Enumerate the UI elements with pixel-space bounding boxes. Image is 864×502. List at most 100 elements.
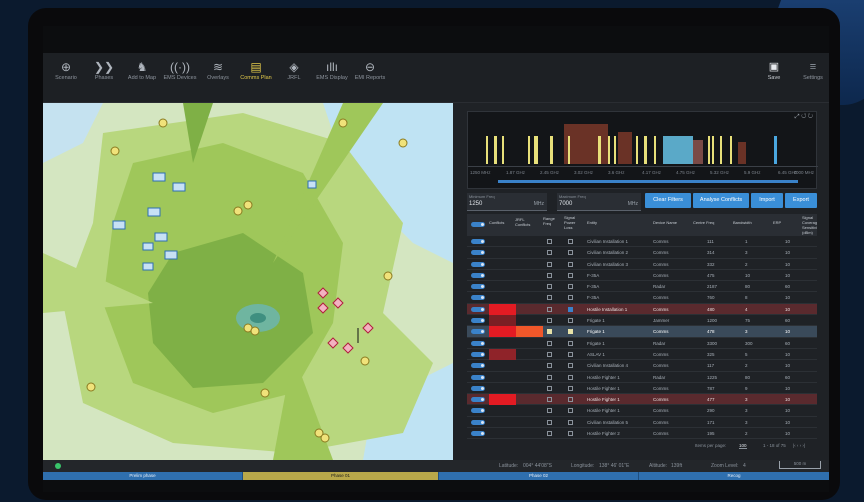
row-toggle[interactable]: [471, 318, 485, 324]
row-toggle[interactable]: [471, 329, 485, 335]
range-freq-checkbox[interactable]: [547, 397, 552, 403]
toolbar-comms-plan-button[interactable]: ▤ Comms Plan: [237, 59, 275, 81]
row-toggle[interactable]: [471, 351, 485, 357]
signal-loss-checkbox[interactable]: [568, 397, 573, 403]
signal-loss-checkbox[interactable]: [568, 351, 573, 357]
row-toggle[interactable]: [471, 295, 485, 301]
signal-loss-checkbox[interactable]: [568, 340, 573, 346]
phase-recog[interactable]: Recog: [639, 472, 829, 480]
row-toggle[interactable]: [471, 340, 485, 346]
row-toggle[interactable]: [471, 385, 485, 391]
toolbar-jrfl-button[interactable]: ◈ JRFL: [275, 59, 313, 81]
col-centre-freq[interactable]: Centre Freq: [693, 220, 714, 225]
range-freq-checkbox[interactable]: [547, 419, 552, 425]
range-freq-checkbox[interactable]: [547, 295, 552, 301]
col-signal-loss[interactable]: Signal Power Loss: [564, 215, 578, 230]
signal-loss-checkbox[interactable]: [568, 250, 573, 256]
table-row[interactable]: ASLAV 1 Comms 325 5 10: [467, 348, 817, 361]
signal-loss-checkbox[interactable]: [568, 306, 573, 312]
range-freq-checkbox[interactable]: [547, 385, 552, 391]
clear-filters-button[interactable]: Clear Filters: [645, 193, 691, 208]
col-bandwidth[interactable]: Bandwidth: [733, 220, 752, 225]
toolbar-emi-reports-button[interactable]: ⊖ EMI Reports: [351, 59, 389, 81]
row-toggle[interactable]: [471, 250, 485, 256]
signal-loss-checkbox[interactable]: [568, 431, 573, 437]
signal-loss-checkbox[interactable]: [568, 374, 573, 380]
range-freq-checkbox[interactable]: [547, 329, 552, 335]
toolbar-ems-display-button[interactable]: ıllı EMS Display: [313, 59, 351, 81]
phase-02[interactable]: Phase 02: [439, 472, 639, 480]
range-freq-checkbox[interactable]: [547, 306, 552, 312]
row-toggle[interactable]: [471, 419, 485, 425]
min-freq-field[interactable]: Minimum Freq 1250 MHz: [467, 193, 547, 211]
signal-loss-checkbox[interactable]: [568, 419, 573, 425]
range-freq-checkbox[interactable]: [547, 284, 552, 290]
col-entity[interactable]: Entity: [587, 220, 597, 225]
range-freq-checkbox[interactable]: [547, 363, 552, 369]
table-row[interactable]: Civilian Installation 4 Comms 117 2 10: [467, 360, 817, 372]
col-range-freq[interactable]: Range Freq: [543, 216, 557, 226]
row-toggle[interactable]: [471, 272, 485, 278]
row-toggle[interactable]: [471, 431, 485, 437]
table-row[interactable]: F-35A Comms 475 10 10: [467, 270, 817, 282]
signal-loss-checkbox[interactable]: [568, 239, 573, 244]
row-toggle[interactable]: [471, 261, 485, 267]
toolbar-add-to-map-button[interactable]: ♞ Add to Map: [123, 59, 161, 81]
col-conflicts[interactable]: Conflicts: [489, 220, 504, 225]
row-toggle[interactable]: [471, 363, 485, 369]
row-toggle[interactable]: [471, 306, 485, 312]
range-freq-checkbox[interactable]: [547, 408, 552, 414]
range-freq-checkbox[interactable]: [547, 318, 552, 324]
table-row[interactable]: Hostile Fighter 2 Comms 195 2 10: [467, 428, 817, 440]
range-freq-checkbox[interactable]: [547, 272, 552, 278]
table-row[interactable]: Frigate 1 Comms 478 3 10: [467, 326, 817, 338]
col-sensitivity[interactable]: Signal Coverage Sensitivity (dBm): [802, 215, 817, 235]
items-per-page-select[interactable]: 100: [739, 443, 747, 449]
max-freq-field[interactable]: Maximum Freq 7000 MHz: [557, 193, 641, 211]
phase-01[interactable]: Phase 01: [243, 472, 439, 480]
toolbar-phases-button[interactable]: ❯❯ Phases: [85, 59, 123, 81]
range-freq-checkbox[interactable]: [547, 431, 552, 437]
pagination-controls[interactable]: |‹ ‹ › ›|: [793, 443, 805, 448]
table-row[interactable]: Hostile Fighter 1 Comms 290 3 10: [467, 405, 817, 417]
table-row[interactable]: Hostile Fighter 1 Radar 1225 80 60: [467, 372, 817, 383]
phase-prelim[interactable]: Prelim phase: [43, 472, 243, 480]
signal-loss-checkbox[interactable]: [568, 329, 573, 335]
import-button[interactable]: Import: [751, 193, 783, 208]
toolbar-ems-devices-button[interactable]: ((·)) EMS Devices: [161, 59, 199, 81]
row-toggle[interactable]: [471, 374, 485, 380]
signal-loss-checkbox[interactable]: [568, 318, 573, 324]
signal-loss-checkbox[interactable]: [568, 284, 573, 290]
table-row[interactable]: Civilian Installation 3 Comms 332 2 10: [467, 259, 817, 270]
settings-button[interactable]: ≡ Settings: [795, 59, 829, 81]
range-freq-checkbox[interactable]: [547, 239, 552, 244]
row-toggle[interactable]: [471, 284, 485, 290]
table-row[interactable]: Hostile Installation 1 Comms 480 4 10: [467, 303, 817, 316]
signal-loss-checkbox[interactable]: [568, 261, 573, 267]
table-row[interactable]: Hostile Fighter 1 Comms 787 9 10: [467, 383, 817, 395]
table-row[interactable]: F-35A Comms 760 8 10: [467, 292, 817, 304]
signal-loss-checkbox[interactable]: [568, 272, 573, 278]
header-toggle[interactable]: [471, 222, 485, 227]
zoom-reset-icon[interactable]: ⤢ ↺ ↻: [795, 114, 813, 121]
toolbar-overlays-button[interactable]: ≋ Overlays: [199, 59, 237, 81]
row-toggle[interactable]: [471, 397, 485, 403]
range-freq-checkbox[interactable]: [547, 374, 552, 380]
col-jrfl[interactable]: JRFL Conflicts: [515, 217, 537, 227]
toolbar-scenario-button[interactable]: ⊕ Scenario: [47, 59, 85, 81]
export-button[interactable]: Export: [785, 193, 817, 208]
row-toggle[interactable]: [471, 239, 485, 244]
range-freq-checkbox[interactable]: [547, 261, 552, 267]
table-row[interactable]: Frigate 1 Jammer 1200 75 60: [467, 315, 817, 327]
analyse-conflicts-button[interactable]: Analyse Conflicts: [693, 193, 749, 208]
signal-loss-checkbox[interactable]: [568, 385, 573, 391]
col-erp[interactable]: ERP: [773, 220, 781, 225]
row-toggle[interactable]: [471, 408, 485, 414]
table-row[interactable]: Civilian Installation 5 Comms 171 3 10: [467, 417, 817, 429]
signal-loss-checkbox[interactable]: [568, 363, 573, 369]
col-device[interactable]: Device Name: [653, 220, 677, 225]
table-row[interactable]: F-35A Radar 2187 80 60: [467, 281, 817, 293]
signal-loss-checkbox[interactable]: [568, 295, 573, 301]
map-view[interactable]: [43, 103, 453, 460]
signal-loss-checkbox[interactable]: [568, 408, 573, 414]
